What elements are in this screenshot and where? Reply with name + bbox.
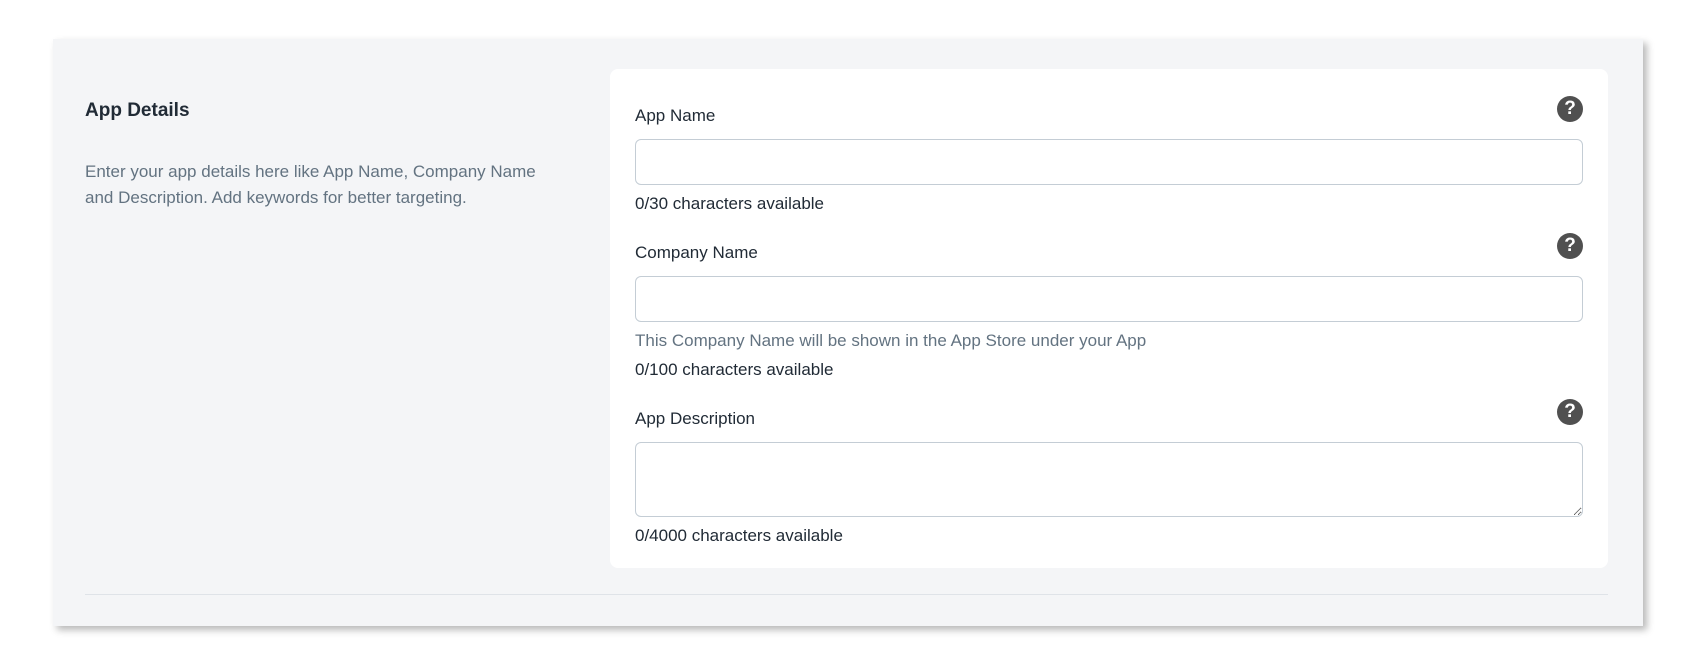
app-details-panel: App Details Enter your app details here … [53,39,1643,626]
app-description-field: App Description ? 0/4000 characters avai… [635,399,1583,548]
app-name-input[interactable] [635,139,1583,185]
app-description-label: App Description [635,409,756,428]
company-name-field: Company Name ? This Company Name will be… [635,233,1583,382]
section-divider [85,594,1608,595]
app-description-label-row: App Description ? [635,399,1583,431]
company-name-help-text: This Company Name will be shown in the A… [635,331,1147,350]
company-name-counter: 0/100 characters available [635,360,834,379]
app-name-counter: 0/30 characters available [635,194,825,213]
section-description: Enter your app details here like App Nam… [85,162,536,207]
app-details-form: App Name ? 0/30 characters available Com… [610,69,1608,568]
question-icon[interactable]: ? [1557,233,1583,259]
section-title: App Details [85,100,190,121]
app-name-field: App Name ? 0/30 characters available [635,96,1583,216]
app-description-counter: 0/4000 characters available [635,526,843,545]
company-name-label-row: Company Name ? [635,233,1583,265]
section-intro: App Details Enter your app details here … [85,99,565,211]
company-name-input[interactable] [635,276,1583,322]
app-name-label: App Name [635,106,716,125]
app-description-textarea[interactable] [635,442,1583,517]
question-icon[interactable]: ? [1557,399,1583,425]
company-name-label: Company Name [635,243,758,262]
question-icon[interactable]: ? [1557,96,1583,122]
app-name-label-row: App Name ? [635,96,1583,128]
